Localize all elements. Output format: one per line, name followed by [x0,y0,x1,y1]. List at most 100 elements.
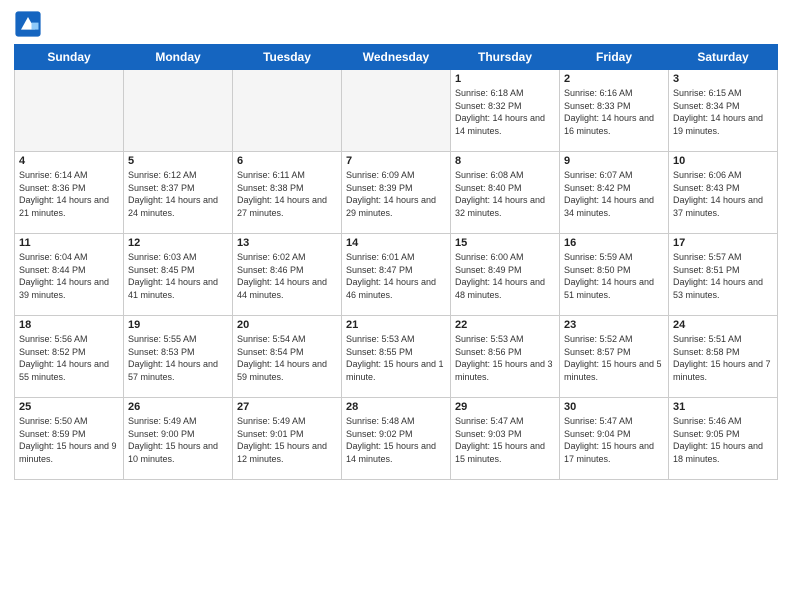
day-number: 28 [346,401,446,413]
day-number: 12 [128,237,228,249]
week-row-1: 1Sunrise: 6:18 AMSunset: 8:32 PMDaylight… [15,70,778,152]
day-number: 24 [673,319,773,331]
day-info: Sunrise: 5:47 AMSunset: 9:04 PMDaylight:… [564,415,664,465]
day-cell: 5 Sunrise: 6:12 AMSunset: 8:37 PMDaylight… [124,152,233,234]
day-cell: 15 Sunrise: 6:00 AMSunset: 8:49 PMDayligh… [451,234,560,316]
day-info: Sunrise: 6:04 AMSunset: 8:44 PMDaylight:… [19,251,119,301]
day-number: 23 [564,319,664,331]
day-info: Sunrise: 6:14 AMSunset: 8:36 PMDaylight:… [19,169,119,219]
day-cell: 13 Sunrise: 6:02 AMSunset: 8:46 PMDayligh… [233,234,342,316]
weekday-header-tuesday: Tuesday [233,45,342,70]
day-cell: 8 Sunrise: 6:08 AMSunset: 8:40 PMDaylight… [451,152,560,234]
day-number: 15 [455,237,555,249]
day-number: 4 [19,155,119,167]
day-number: 14 [346,237,446,249]
day-info: Sunrise: 5:55 AMSunset: 8:53 PMDaylight:… [128,333,228,383]
day-cell: 11 Sunrise: 6:04 AMSunset: 8:44 PMDayligh… [15,234,124,316]
day-cell: 12 Sunrise: 6:03 AMSunset: 8:45 PMDayligh… [124,234,233,316]
day-cell: 16 Sunrise: 5:59 AMSunset: 8:50 PMDayligh… [560,234,669,316]
day-number: 6 [237,155,337,167]
day-cell: 22Sunrise: 5:53 AMSunset: 8:56 PMDayligh… [451,316,560,398]
day-cell: 17 Sunrise: 5:57 AMSunset: 8:51 PMDayligh… [669,234,778,316]
day-cell: 19 Sunrise: 5:55 AMSunset: 8:53 PMDayligh… [124,316,233,398]
day-cell: 2 Sunrise: 6:16 AMSunset: 8:33 PMDaylight… [560,70,669,152]
weekday-header-sunday: Sunday [15,45,124,70]
day-info: Sunrise: 5:52 AMSunset: 8:57 PMDaylight:… [564,333,664,383]
day-cell: 3 Sunrise: 6:15 AMSunset: 8:34 PMDaylight… [669,70,778,152]
day-info: Sunrise: 5:59 AMSunset: 8:50 PMDaylight:… [564,251,664,301]
weekday-header-wednesday: Wednesday [342,45,451,70]
day-cell [124,70,233,152]
header [14,10,778,38]
weekday-header-row: SundayMondayTuesdayWednesdayThursdayFrid… [15,45,778,70]
week-row-3: 11 Sunrise: 6:04 AMSunset: 8:44 PMDayligh… [15,234,778,316]
day-number: 26 [128,401,228,413]
day-info: Sunrise: 6:02 AMSunset: 8:46 PMDaylight:… [237,251,337,301]
day-cell: 1Sunrise: 6:18 AMSunset: 8:32 PMDaylight… [451,70,560,152]
day-info: Sunrise: 6:11 AMSunset: 8:38 PMDaylight:… [237,169,337,219]
day-cell: 27Sunrise: 5:49 AMSunset: 9:01 PMDayligh… [233,398,342,480]
day-number: 31 [673,401,773,413]
calendar-table: SundayMondayTuesdayWednesdayThursdayFrid… [14,44,778,480]
weekday-header-saturday: Saturday [669,45,778,70]
day-number: 20 [237,319,337,331]
day-info: Sunrise: 5:53 AMSunset: 8:55 PMDaylight:… [346,333,446,383]
day-cell: 23 Sunrise: 5:52 AMSunset: 8:57 PMDayligh… [560,316,669,398]
weekday-header-thursday: Thursday [451,45,560,70]
day-info: Sunrise: 6:06 AMSunset: 8:43 PMDaylight:… [673,169,773,219]
day-cell: 29 Sunrise: 5:47 AMSunset: 9:03 PMDayligh… [451,398,560,480]
day-number: 8 [455,155,555,167]
day-info: Sunrise: 5:57 AMSunset: 8:51 PMDaylight:… [673,251,773,301]
day-number: 13 [237,237,337,249]
day-number: 19 [128,319,228,331]
day-number: 11 [19,237,119,249]
day-info: Sunrise: 6:18 AMSunset: 8:32 PMDaylight:… [455,87,555,137]
day-number: 3 [673,73,773,85]
day-cell: 26 Sunrise: 5:49 AMSunset: 9:00 PMDayligh… [124,398,233,480]
logo-icon [14,10,42,38]
day-info: Sunrise: 6:01 AMSunset: 8:47 PMDaylight:… [346,251,446,301]
weekday-header-monday: Monday [124,45,233,70]
day-number: 29 [455,401,555,413]
day-cell: 10 Sunrise: 6:06 AMSunset: 8:43 PMDayligh… [669,152,778,234]
day-number: 7 [346,155,446,167]
week-row-2: 4 Sunrise: 6:14 AMSunset: 8:36 PMDaylight… [15,152,778,234]
day-number: 21 [346,319,446,331]
day-cell [15,70,124,152]
day-cell: 7 Sunrise: 6:09 AMSunset: 8:39 PMDaylight… [342,152,451,234]
day-number: 18 [19,319,119,331]
day-info: Sunrise: 5:51 AMSunset: 8:58 PMDaylight:… [673,333,773,383]
day-info: Sunrise: 6:16 AMSunset: 8:33 PMDaylight:… [564,87,664,137]
day-info: Sunrise: 6:08 AMSunset: 8:40 PMDaylight:… [455,169,555,219]
day-cell: 30 Sunrise: 5:47 AMSunset: 9:04 PMDayligh… [560,398,669,480]
day-cell: 20 Sunrise: 5:54 AMSunset: 8:54 PMDayligh… [233,316,342,398]
day-info: Sunrise: 6:03 AMSunset: 8:45 PMDaylight:… [128,251,228,301]
day-info: Sunrise: 5:54 AMSunset: 8:54 PMDaylight:… [237,333,337,383]
page: SundayMondayTuesdayWednesdayThursdayFrid… [0,0,792,612]
day-cell: 6 Sunrise: 6:11 AMSunset: 8:38 PMDaylight… [233,152,342,234]
day-info: Sunrise: 6:00 AMSunset: 8:49 PMDaylight:… [455,251,555,301]
day-info: Sunrise: 5:49 AMSunset: 9:01 PMDaylight:… [237,415,337,465]
day-number: 30 [564,401,664,413]
day-number: 5 [128,155,228,167]
day-info: Sunrise: 6:12 AMSunset: 8:37 PMDaylight:… [128,169,228,219]
day-info: Sunrise: 5:53 AMSunset: 8:56 PMDaylight:… [455,333,555,383]
day-cell [342,70,451,152]
day-number: 10 [673,155,773,167]
weekday-header-friday: Friday [560,45,669,70]
day-number: 2 [564,73,664,85]
logo [14,10,46,38]
day-cell: 21 Sunrise: 5:53 AMSunset: 8:55 PMDayligh… [342,316,451,398]
day-number: 17 [673,237,773,249]
day-info: Sunrise: 5:48 AMSunset: 9:02 PMDaylight:… [346,415,446,465]
day-number: 9 [564,155,664,167]
day-info: Sunrise: 5:49 AMSunset: 9:00 PMDaylight:… [128,415,228,465]
day-info: Sunrise: 5:47 AMSunset: 9:03 PMDaylight:… [455,415,555,465]
day-cell [233,70,342,152]
day-info: Sunrise: 6:09 AMSunset: 8:39 PMDaylight:… [346,169,446,219]
day-cell: 24 Sunrise: 5:51 AMSunset: 8:58 PMDayligh… [669,316,778,398]
day-info: Sunrise: 6:15 AMSunset: 8:34 PMDaylight:… [673,87,773,137]
week-row-4: 18Sunrise: 5:56 AMSunset: 8:52 PMDayligh… [15,316,778,398]
day-cell: 14 Sunrise: 6:01 AMSunset: 8:47 PMDayligh… [342,234,451,316]
day-number: 16 [564,237,664,249]
